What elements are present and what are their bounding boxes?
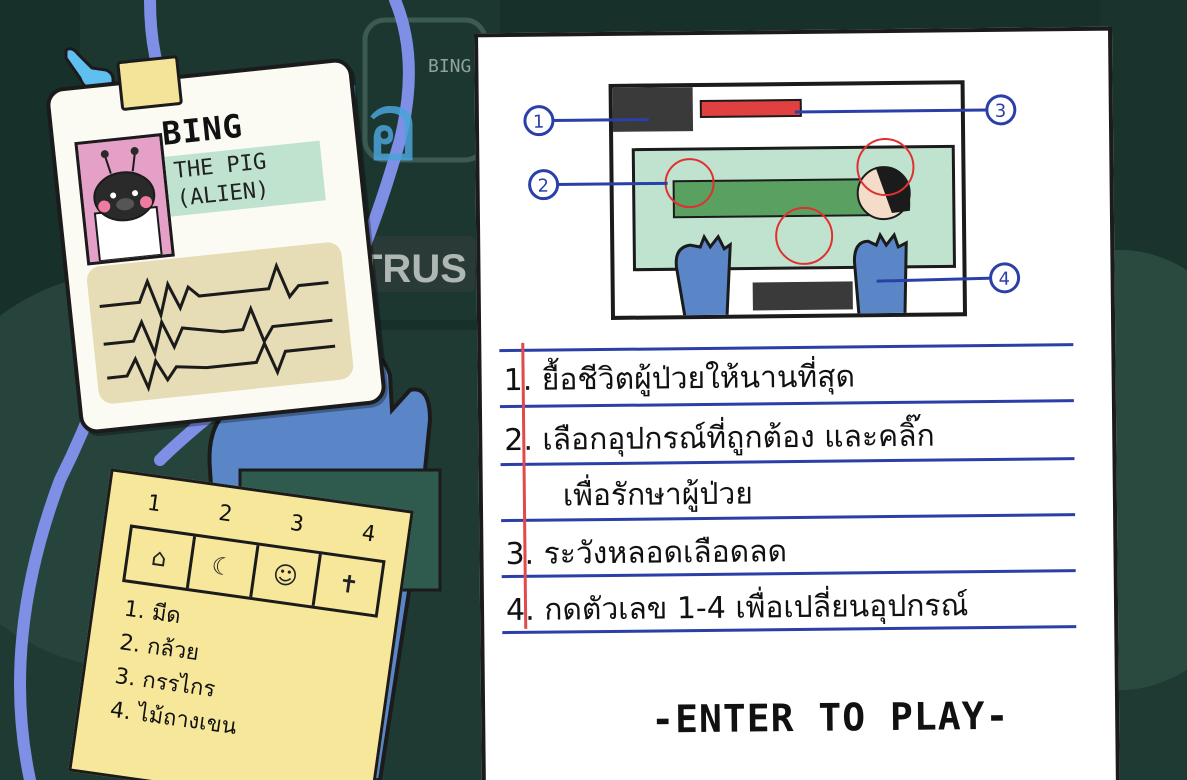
instruction-paper: 1 2 3 4 1. ยื้อชีวิตผู้ป่วยให้นานที่สุด … (474, 26, 1120, 780)
callout-2: 2 (538, 176, 550, 197)
rabbit-tool-icon: ☺ (271, 559, 300, 592)
diagram-callouts: 1 2 3 4 (523, 94, 1021, 294)
tool-list: 1. มีด 2. กล้วย 3. กรรไกร 4. ไม้ถางเขน (108, 593, 374, 762)
badge-clip (116, 54, 184, 112)
cross-tool-icon: ✝ (336, 569, 361, 600)
patient-species: THE PIG (ALIEN) (164, 140, 326, 217)
tool-number: 2 (217, 500, 234, 528)
instruction-4: 4. กดตัวเลข 1-4 เพื่อเปลี่ยนอุปกรณ์ (505, 588, 969, 629)
heartbeat-panel (85, 240, 355, 405)
tool-slot-1[interactable]: ⌂ (125, 527, 196, 589)
instruction-2: 2. เลือกอุปกรณ์ที่ถูกต้อง และคลิ๊ก (504, 418, 935, 459)
moon-tool-icon: ☾ (209, 551, 235, 583)
enter-to-play-prompt[interactable]: -ENTER TO PLAY- (651, 694, 1010, 742)
instruction-1: 1. ยื้อชีวิตผู้ป่วยให้นานที่สุด (503, 359, 856, 399)
background-small-sign: BING (428, 56, 471, 77)
tool-legend-note: 1 2 3 4 ⌂ ☾ ☺ ✝ 1. มีด 2. กล้วย 3. กรรไก… (68, 468, 414, 780)
patient-name-block: BING THE PIG (ALIEN) (160, 97, 340, 217)
tool-slot-2[interactable]: ☾ (188, 536, 259, 598)
tool-number: 1 (145, 490, 163, 518)
callout-4: 4 (999, 269, 1011, 290)
rule-line (499, 343, 1074, 353)
tool-number: 3 (288, 510, 306, 538)
game-title-screen: TRUS ห่อ BING BING THE PIG (ALIEN) 1 2 3… (0, 0, 1187, 780)
heartbeat-waveform-icon (99, 261, 336, 393)
patient-portrait (74, 133, 175, 266)
tool-slot-3[interactable]: ☺ (251, 545, 323, 606)
callout-3: 3 (995, 101, 1007, 122)
patient-id-badge: BING THE PIG (ALIEN) (44, 54, 388, 436)
tool-number: 4 (360, 520, 377, 548)
knife-icon: ⌂ (149, 542, 169, 573)
tool-slot-4[interactable]: ✝ (315, 554, 382, 614)
instruction-2-continued: เพื่อรักษาผู้ป่วย (562, 476, 754, 514)
alien-pig-icon (77, 136, 172, 263)
instruction-3: 3. ระวังหลอดเลือดลด (505, 534, 788, 573)
callout-1: 1 (533, 112, 545, 133)
